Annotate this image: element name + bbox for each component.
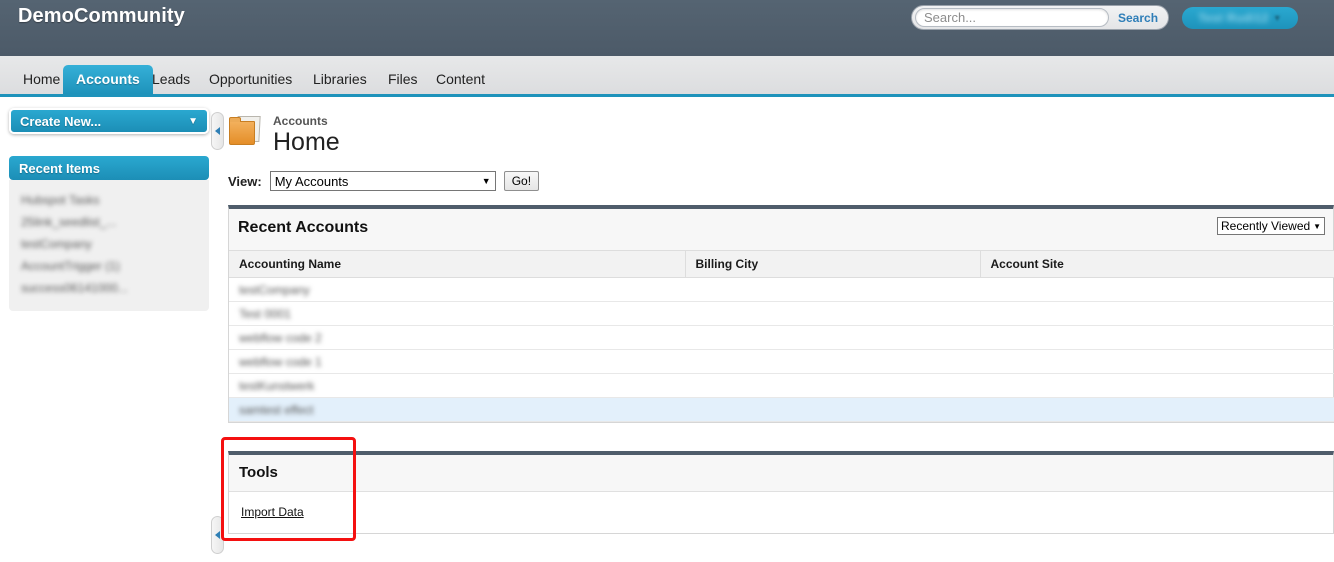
table-row[interactable]: samtest effect bbox=[229, 397, 1334, 422]
top-header-bar: DemoCommunity Search Test Rudi12 ▼ bbox=[0, 0, 1334, 56]
chevron-left-icon bbox=[215, 127, 220, 135]
recent-items-list: Hubspot Tasks 25link_seedlist_... testCo… bbox=[9, 180, 209, 311]
page-title: Home bbox=[273, 128, 340, 156]
cell-account-site bbox=[980, 373, 1334, 398]
tools-title: Tools bbox=[239, 464, 278, 481]
chevron-left-icon bbox=[215, 531, 220, 539]
list-item[interactable]: Hubspot Tasks bbox=[9, 189, 209, 211]
sidebar-collapse-handle-bottom[interactable] bbox=[211, 516, 224, 554]
recent-accounts-table: Accounting Name Billing City Account Sit… bbox=[229, 250, 1334, 422]
user-menu-button[interactable]: Test Rudi12 ▼ bbox=[1182, 7, 1298, 29]
recent-items-panel: Recent Items Hubspot Tasks 25link_seedli… bbox=[9, 156, 209, 311]
cell-account-name: testKunstwerk bbox=[229, 373, 685, 398]
tab-opportunities[interactable]: Opportunities bbox=[196, 65, 305, 94]
recent-accounts-scope-select[interactable]: Recently Viewed ▼ bbox=[1217, 217, 1325, 235]
table-header-row: Accounting Name Billing City Account Sit… bbox=[229, 250, 1334, 278]
table-row[interactable]: testKunstwerk bbox=[229, 373, 1334, 398]
table-row[interactable]: webflow code 1 bbox=[229, 349, 1334, 374]
column-header-billing-city[interactable]: Billing City bbox=[685, 250, 981, 278]
table-row[interactable]: testCompany bbox=[229, 277, 1334, 302]
cell-billing-city bbox=[685, 277, 980, 302]
view-filter-row: View: My Accounts ▼ Go! bbox=[228, 170, 1334, 192]
column-header-account-site[interactable]: Account Site bbox=[980, 250, 1334, 278]
cell-account-name: webflow code 1 bbox=[229, 349, 685, 374]
cell-billing-city bbox=[685, 373, 980, 398]
recent-accounts-title: Recent Accounts bbox=[238, 219, 369, 236]
cell-account-name: Test 0001 bbox=[229, 301, 685, 326]
account-name-link[interactable]: samtest effect bbox=[239, 403, 313, 417]
list-item[interactable]: 25link_seedlist_... bbox=[9, 211, 209, 233]
list-item[interactable]: AccountTrigger (1) bbox=[9, 255, 209, 277]
column-header-accounting-name[interactable]: Accounting Name bbox=[229, 250, 686, 278]
tab-leads[interactable]: Leads bbox=[139, 65, 203, 94]
search-input[interactable] bbox=[915, 8, 1109, 27]
recent-items-title: Recent Items bbox=[9, 156, 209, 180]
cell-account-site bbox=[980, 277, 1334, 302]
scope-select-value: Recently Viewed bbox=[1221, 219, 1311, 233]
import-data-link[interactable]: Import Data bbox=[241, 505, 304, 519]
primary-nav-tabbar: Home Accounts Leads Opportunities Librar… bbox=[0, 56, 1334, 97]
app-brand-title: DemoCommunity bbox=[18, 5, 185, 27]
account-name-link[interactable]: Test 0001 bbox=[239, 307, 291, 321]
view-select-value: My Accounts bbox=[274, 173, 349, 189]
cell-account-site bbox=[980, 301, 1334, 326]
table-row[interactable]: webflow code 2 bbox=[229, 325, 1334, 350]
page-kicker: Accounts bbox=[273, 114, 328, 128]
recent-accounts-header: Recent Accounts Recently Viewed ▼ bbox=[229, 209, 1333, 250]
account-name-link[interactable]: webflow code 1 bbox=[239, 355, 322, 369]
tools-panel: Tools Import Data bbox=[228, 451, 1334, 534]
list-item[interactable]: success06141000... bbox=[9, 277, 209, 299]
account-name-link[interactable]: testKunstwerk bbox=[239, 379, 314, 393]
tab-libraries[interactable]: Libraries bbox=[300, 65, 380, 94]
cell-billing-city bbox=[685, 349, 980, 374]
left-sidebar: Create New... ▼ Recent Items Hubspot Tas… bbox=[9, 108, 209, 311]
cell-account-site bbox=[980, 325, 1334, 350]
chevron-down-icon: ▼ bbox=[1272, 13, 1282, 23]
folder-icon bbox=[228, 116, 264, 150]
create-new-button[interactable]: Create New... ▼ bbox=[9, 108, 209, 134]
cell-billing-city bbox=[685, 301, 980, 326]
user-menu-label: Test Rudi12 bbox=[1198, 11, 1269, 25]
search-button[interactable]: Search bbox=[1109, 11, 1167, 25]
create-new-label: Create New... bbox=[20, 113, 102, 129]
view-select[interactable]: My Accounts ▼ bbox=[269, 171, 496, 191]
cell-account-site bbox=[980, 397, 1334, 422]
chevron-down-icon: ▼ bbox=[481, 176, 491, 186]
chevron-down-icon: ▼ bbox=[1313, 221, 1321, 231]
page-header: Accounts Home bbox=[228, 108, 1334, 160]
tools-header: Tools bbox=[229, 455, 1333, 492]
account-name-link[interactable]: testCompany bbox=[239, 283, 310, 297]
main-content: Accounts Home View: My Accounts ▼ Go! Re… bbox=[228, 108, 1334, 534]
tab-content[interactable]: Content bbox=[423, 65, 498, 94]
view-label: View: bbox=[228, 173, 262, 189]
cell-account-name: samtest effect bbox=[229, 397, 685, 422]
chevron-down-icon: ▼ bbox=[188, 115, 198, 127]
sidebar-collapse-handle-top[interactable] bbox=[211, 112, 224, 150]
cell-billing-city bbox=[685, 325, 980, 350]
table-row[interactable]: Test 0001 bbox=[229, 301, 1334, 326]
cell-billing-city bbox=[685, 397, 980, 422]
go-button[interactable]: Go! bbox=[503, 171, 540, 191]
cell-account-site bbox=[980, 349, 1334, 374]
cell-account-name: testCompany bbox=[229, 277, 685, 302]
recent-accounts-panel: Recent Accounts Recently Viewed ▼ Accoun… bbox=[228, 205, 1334, 423]
global-search-container: Search bbox=[911, 5, 1169, 30]
account-name-link[interactable]: webflow code 2 bbox=[239, 331, 322, 345]
tools-body: Import Data bbox=[229, 492, 1333, 533]
cell-account-name: webflow code 2 bbox=[229, 325, 685, 350]
list-item[interactable]: testCompany bbox=[9, 233, 209, 255]
